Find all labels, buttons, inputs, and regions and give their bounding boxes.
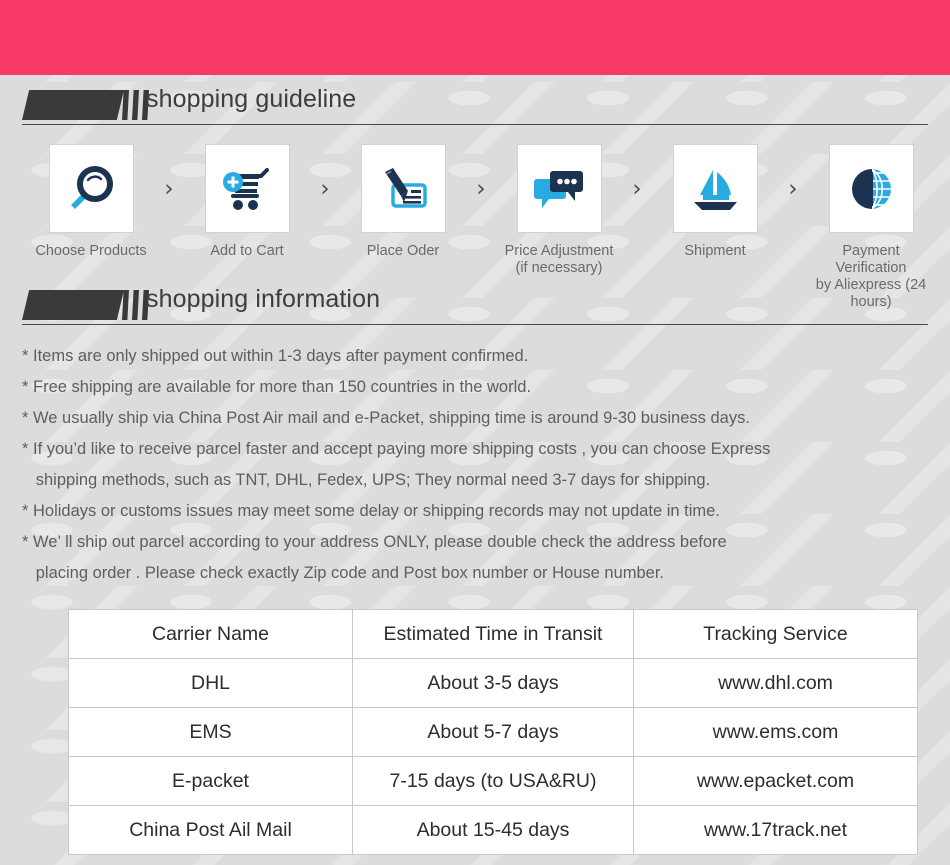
pen-check-icon <box>385 167 427 208</box>
chevron-right-icon: › <box>476 175 486 202</box>
step-icon-box <box>829 145 913 232</box>
step-icon-box <box>361 145 445 232</box>
table-header-row: Carrier Name Estimated Time in Transit T… <box>68 609 918 659</box>
table-row: E-packet 7-15 days (to USA&RU) www.epack… <box>68 756 918 806</box>
shopping-steps-row: Choose Products › Add to Cart › Place Od… <box>0 145 950 310</box>
table-cell-transit: About 5-7 days <box>352 707 634 757</box>
step-choose-products[interactable]: Choose Products <box>26 145 156 260</box>
section-header-guideline: shopping guideline <box>0 85 950 132</box>
step-label: Place Oder <box>366 243 440 259</box>
table-row: China Post Ail Mail About 15-45 days www… <box>68 805 918 855</box>
step-add-to-cart[interactable]: Add to Cart <box>182 145 312 260</box>
section-divider <box>22 324 928 325</box>
section-header-information: shopping information <box>0 285 950 332</box>
magnifier-icon <box>71 165 113 209</box>
badge-bar-shape <box>22 90 124 120</box>
info-line: * We usually ship via China Post Air mai… <box>22 409 750 427</box>
table-cell-carrier: DHL <box>68 658 353 708</box>
shipping-info-list: * Items are only shipped out within 1-3 … <box>22 341 932 589</box>
section-title-guideline: shopping guideline <box>146 85 357 113</box>
step-label: Shipment <box>684 243 746 259</box>
table-cell-tracking[interactable]: www.dhl.com <box>633 658 918 708</box>
table-cell-tracking[interactable]: www.17track.net <box>633 805 918 855</box>
chevron-right-icon: › <box>788 175 798 202</box>
step-place-order[interactable]: Place Oder <box>338 145 468 260</box>
table-cell-carrier: EMS <box>68 707 353 757</box>
chat-bubbles-icon <box>534 170 583 208</box>
carrier-table: Carrier Name Estimated Time in Transit T… <box>68 609 918 855</box>
table-cell-tracking[interactable]: www.epacket.com <box>633 756 918 806</box>
info-line: * If you’d like to receive parcel faster… <box>22 440 771 458</box>
step-icon-box <box>673 145 757 232</box>
top-pink-banner <box>0 0 950 75</box>
info-line: * We’ ll ship out parcel according to yo… <box>22 533 727 551</box>
badge-slash-icon <box>132 90 139 120</box>
table-header-cell: Carrier Name <box>68 609 353 659</box>
sailboat-icon <box>694 169 737 210</box>
table-header-cell: Tracking Service <box>633 609 918 659</box>
badge-bar-shape <box>22 290 124 320</box>
step-label: Choose Products <box>35 243 147 259</box>
step-label: Price Adjustment (if necessary) <box>504 243 614 276</box>
step-label: Add to Cart <box>210 243 284 259</box>
info-line: shipping methods, such as TNT, DHL, Fede… <box>22 471 711 489</box>
table-row: EMS About 5-7 days www.ems.com <box>68 707 918 757</box>
info-line: placing order . Please check exactly Zip… <box>22 564 665 582</box>
table-cell-transit: About 15-45 days <box>352 805 634 855</box>
info-line: * Items are only shipped out within 1-3 … <box>22 347 529 365</box>
step-price-adjustment[interactable]: Price Adjustment (if necessary) <box>494 145 624 277</box>
section-badge-guideline <box>22 90 149 120</box>
info-line: * Holidays or customs issues may meet so… <box>22 502 720 520</box>
table-row: DHL About 3-5 days www.dhl.com <box>68 658 918 708</box>
step-icon-box <box>49 145 133 232</box>
table-cell-transit: 7-15 days (to USA&RU) <box>352 756 634 806</box>
section-title-information: shopping information <box>146 285 381 313</box>
badge-slash-icon <box>122 90 129 120</box>
table-cell-tracking[interactable]: www.ems.com <box>633 707 918 757</box>
info-line: * Free shipping are available for more t… <box>22 378 532 396</box>
step-icon-box <box>517 145 601 232</box>
section-divider <box>22 124 928 125</box>
section-badge-information <box>22 290 149 320</box>
badge-slash-icon <box>132 290 139 320</box>
step-shipment[interactable]: Shipment <box>650 145 780 260</box>
step-icon-box <box>205 145 289 232</box>
table-cell-carrier: China Post Ail Mail <box>68 805 353 855</box>
table-cell-carrier: E-packet <box>68 756 353 806</box>
dollar-globe-icon <box>852 167 891 210</box>
add-to-cart-icon <box>223 167 269 210</box>
chevron-right-icon: › <box>320 175 330 202</box>
table-header-cell: Estimated Time in Transit <box>352 609 634 659</box>
chevron-right-icon: › <box>164 175 174 202</box>
step-payment-verification[interactable]: Payment Verification by Aliexpress (24 h… <box>806 145 936 311</box>
badge-slash-icon <box>122 290 129 320</box>
table-cell-transit: About 3-5 days <box>352 658 634 708</box>
chevron-right-icon: › <box>632 175 642 202</box>
